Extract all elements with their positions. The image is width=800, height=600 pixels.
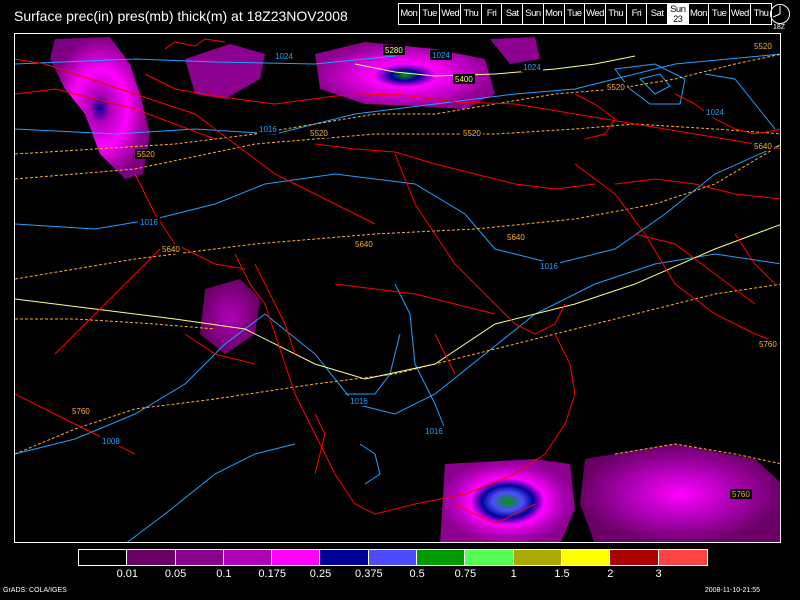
day-label: Thu (463, 8, 479, 19)
colorbar-tick-label: 1 (510, 568, 517, 580)
colorbar-tick-label: 0.1 (216, 568, 232, 580)
colorbar-tick-label: 0.375 (355, 568, 383, 580)
day-label: Mon (689, 8, 707, 19)
map-title: Surface prec(in) pres(mb) thick(m) at 18… (14, 8, 348, 24)
day-cell[interactable]: Fri (626, 4, 648, 24)
day-cell[interactable]: Wed (585, 4, 606, 24)
day-cell[interactable]: Sat (502, 4, 524, 24)
colorbar-swatch (465, 550, 514, 565)
isobar-label: 1016 (140, 218, 158, 227)
isobar-label: 1024 (706, 108, 724, 117)
thickness-label: 5640 (754, 142, 772, 151)
colorbar-tick-label: 0.175 (258, 568, 286, 580)
day-cell[interactable]: Tue (564, 4, 586, 24)
colorbar-swatch (417, 550, 466, 565)
day-cell[interactable]: Thu (605, 4, 627, 24)
day-cell[interactable]: Wed (440, 4, 462, 24)
day-cell[interactable]: Tue (419, 4, 441, 24)
clock-icon (770, 4, 790, 24)
precip-colorbar (78, 549, 708, 566)
day-label: Tue (711, 8, 727, 19)
colorbar-swatch (320, 550, 369, 565)
isobar-label: 1024 (275, 52, 293, 61)
day-label: Wed (586, 8, 604, 19)
day-cell[interactable]: Mon (543, 4, 565, 24)
thickness-label: 5520 (310, 129, 328, 138)
day-label: Wed (441, 8, 460, 19)
day-label: Mon (545, 8, 563, 19)
generation-timestamp: 2008-11-10-21:55 (704, 587, 760, 594)
thickness-label: 5520 (137, 150, 155, 159)
colorbar-tick-label: 0.25 (309, 568, 332, 580)
thickness-label: 5520 (754, 42, 772, 51)
colorbar-tick-label: 0.05 (164, 568, 187, 580)
day-number: 23 (673, 14, 683, 24)
day-label: Sun (525, 8, 541, 19)
isobar-label: 1016 (540, 262, 558, 271)
thickness-label: 5760 (759, 340, 777, 349)
isobar-label: 1016 (350, 397, 368, 406)
day-label: Sat (505, 8, 519, 19)
colorbar-swatch (272, 550, 321, 565)
colorbar-swatch (513, 550, 562, 565)
colorbar-swatch (127, 550, 176, 565)
isobar-label: 1024 (523, 63, 541, 72)
colorbar-tick-label: 0.75 (454, 568, 477, 580)
day-cell[interactable]: Tue (709, 4, 730, 24)
thickness-label: 5640 (507, 233, 525, 242)
colorbar-swatch (79, 550, 128, 565)
day-label: Tue (422, 8, 437, 19)
weather-map[interactable]: 1024 1016 1016 1016 1016 1016 1008 1024 … (14, 33, 781, 543)
day-label: Thu (608, 8, 624, 19)
colorbar-tick-label: 2 (607, 568, 614, 580)
day-label: Thu (753, 8, 769, 19)
colorbar-swatch (368, 550, 418, 565)
contour-labels: 1024 1016 1016 1016 1016 1016 1008 1024 … (70, 41, 779, 499)
thickness-label: 5520 (607, 83, 625, 92)
colorbar-tick-label: 0.01 (116, 568, 139, 580)
colorbar-swatch (223, 550, 273, 565)
day-cell[interactable]: Mon (399, 4, 420, 24)
thickness-label: 5520 (463, 129, 481, 138)
thickness-label: 5640 (355, 240, 373, 249)
day-cell[interactable]: Sun 23 (667, 4, 689, 24)
colorbar-swatch (175, 550, 224, 565)
day-label: Fri (631, 8, 642, 19)
thickness-label: 5640 (162, 245, 180, 254)
colorbar-swatch (610, 550, 659, 565)
colorbar-tick-label: 1.5 (554, 568, 570, 580)
day-label: Tue (567, 8, 582, 19)
isobar-label: 1024 (432, 51, 450, 60)
isobar-label: 1016 (259, 125, 277, 134)
colorbar-tick-label: 3 (655, 568, 662, 580)
day-label: Fri (486, 8, 497, 19)
thickness-label: 5760 (732, 490, 750, 499)
day-label: Wed (730, 8, 749, 19)
software-credit: GrADS: COLA/IGES (3, 587, 67, 594)
day-cell[interactable]: Sun (523, 4, 544, 24)
colorbar-tick-label: 0.5 (409, 568, 425, 580)
thickness-label: 5760 (72, 407, 90, 416)
thickness-label: 5280 (385, 46, 403, 55)
colorbar-swatch (658, 550, 707, 565)
day-label: Sat (650, 8, 664, 19)
map-canvas: 1024 1016 1016 1016 1016 1016 1008 1024 … (15, 37, 780, 542)
day-cell[interactable]: Thu (461, 4, 482, 24)
precip-areas (50, 37, 780, 542)
day-strip: Mon Tue Wed Thu Fri Sat Sun Mon Tue Wed Thu Fri Sat S… (398, 3, 773, 25)
thickness-label: 5400 (455, 75, 473, 84)
day-cell[interactable]: Fri (481, 4, 503, 24)
day-cell[interactable]: Wed (730, 4, 751, 24)
day-cell[interactable]: Mon (688, 4, 710, 24)
day-cell[interactable]: Sat (647, 4, 668, 24)
isobar-label: 1016 (425, 427, 443, 436)
day-label: Mon (400, 8, 418, 19)
colorbar-swatch (561, 550, 611, 565)
isobar-label: 1008 (102, 437, 120, 446)
clock-label: 18Z (773, 24, 786, 31)
